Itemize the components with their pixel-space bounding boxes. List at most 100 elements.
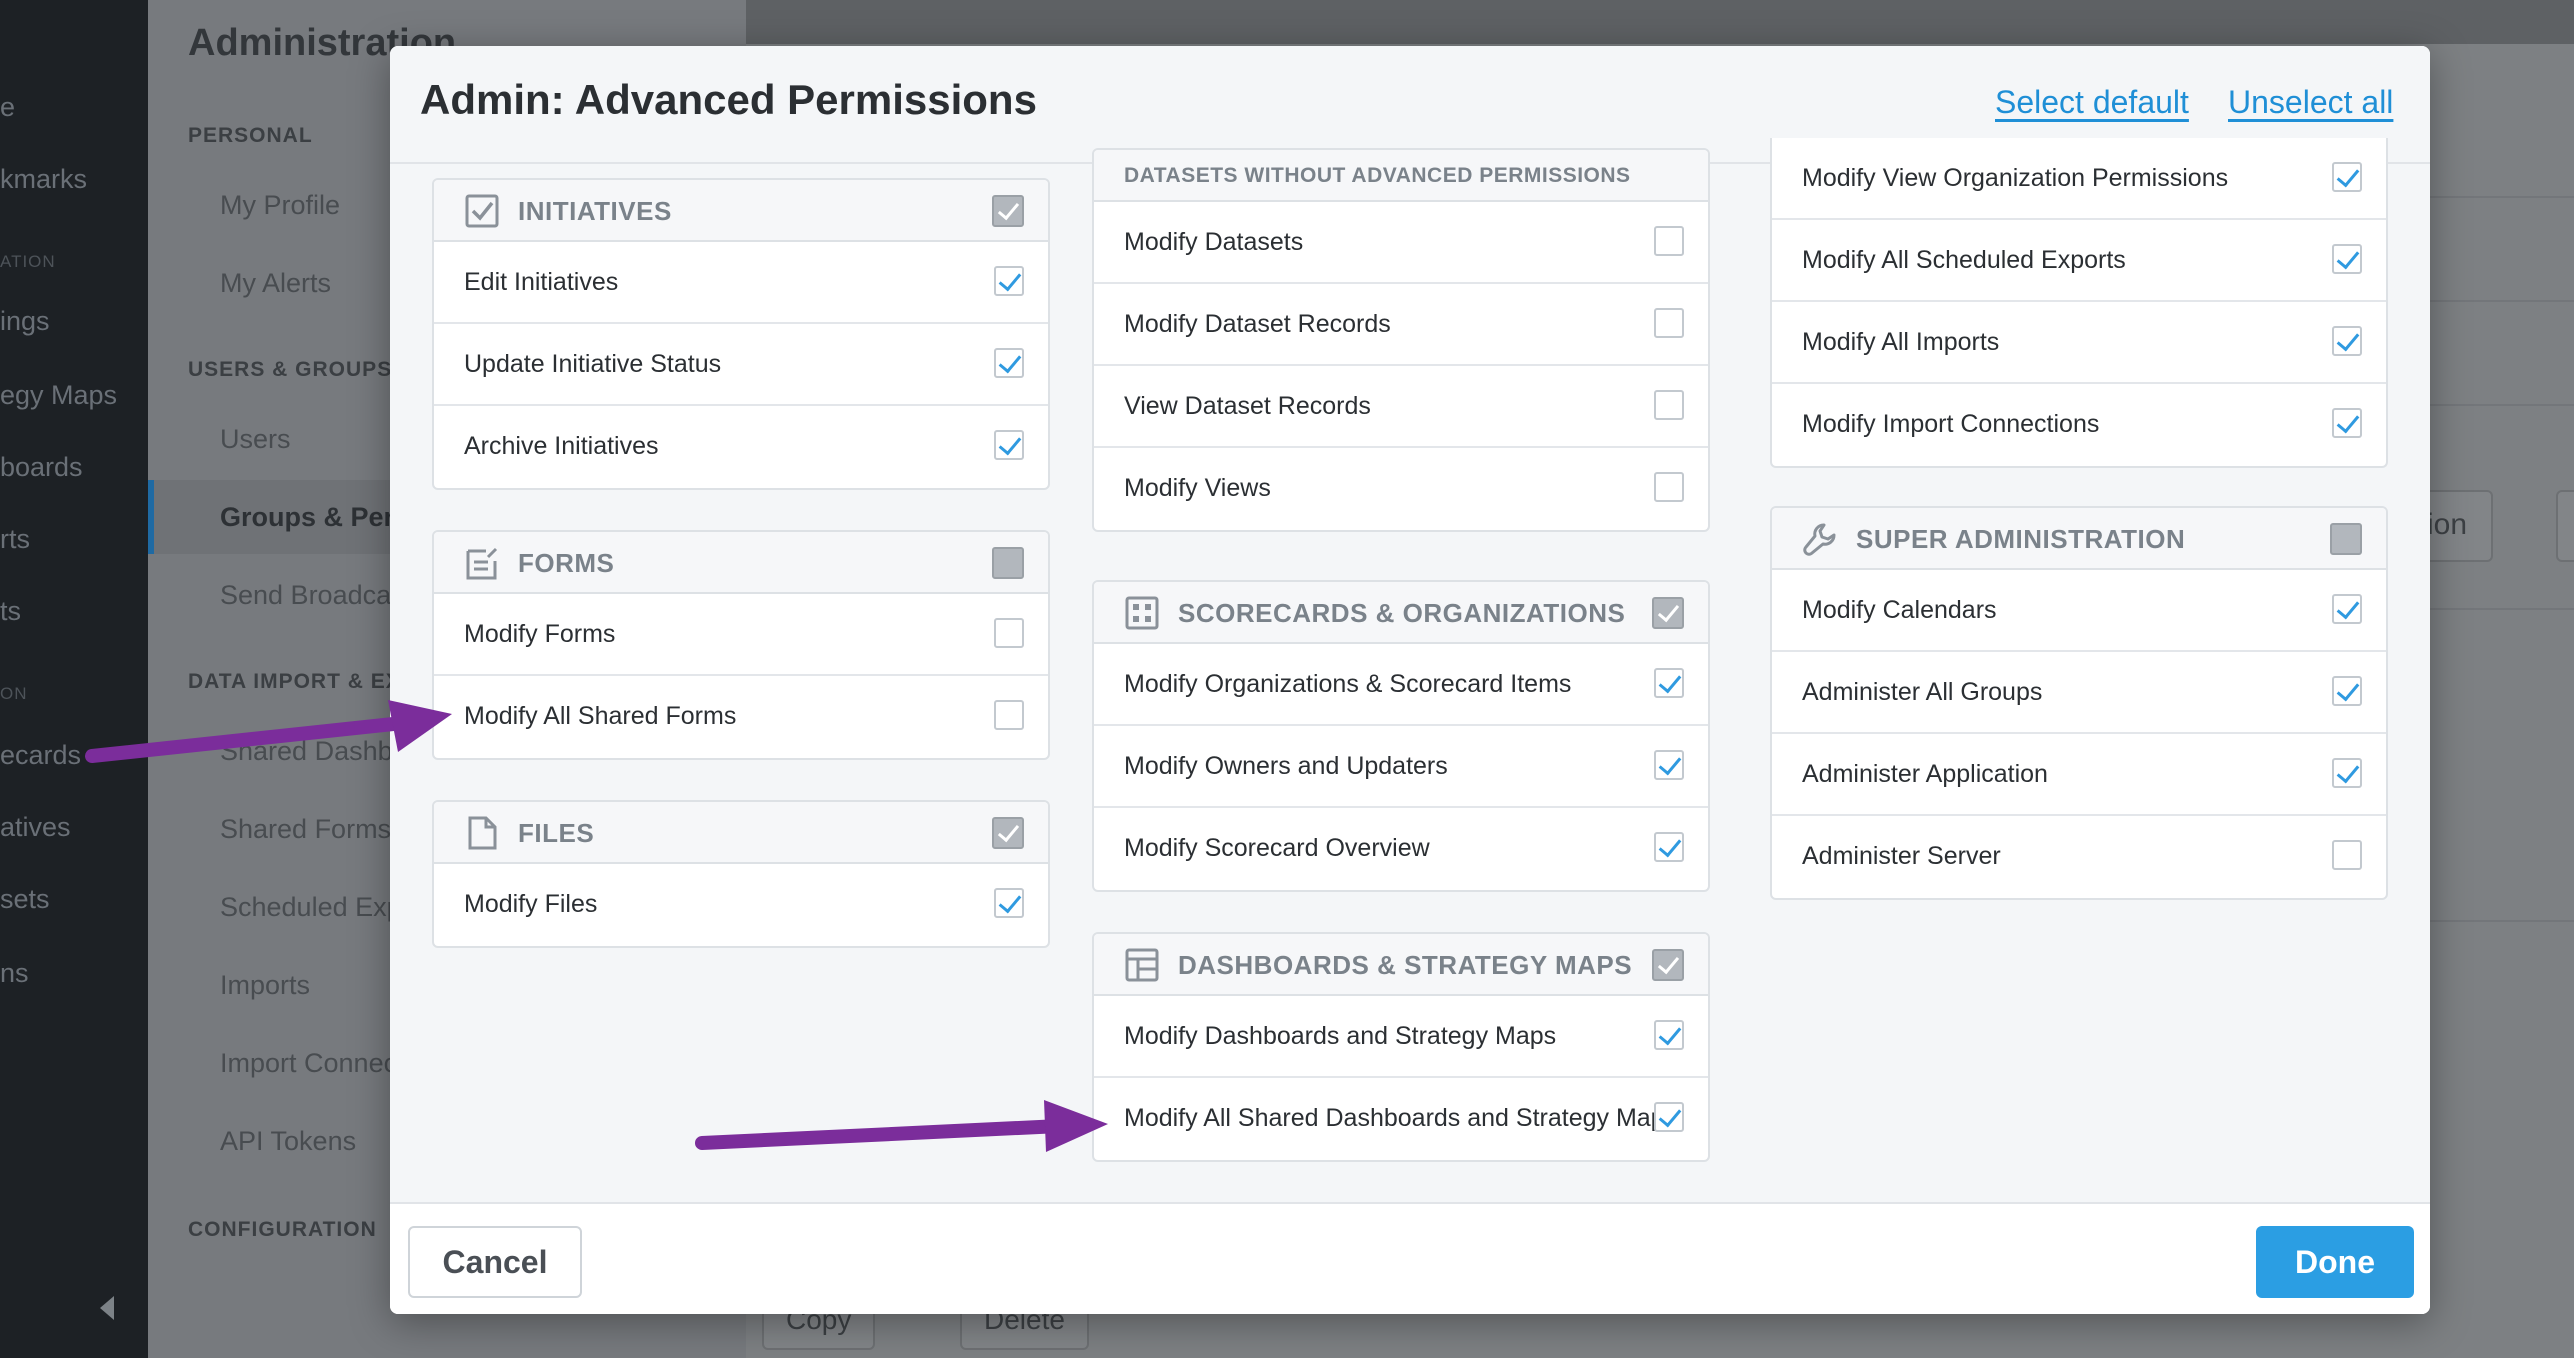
permission-row[interactable]: Modify Views (1094, 448, 1708, 530)
permission-group-data-admin: Modify View Organization Permissions Modi… (1770, 138, 2388, 468)
permission-checkbox[interactable] (1654, 226, 1684, 256)
permission-label: Modify Owners and Updaters (1124, 752, 1448, 780)
permission-checkbox[interactable] (994, 888, 1024, 918)
permission-row[interactable]: Modify Calendars (1772, 570, 2386, 652)
sidebar-link[interactable]: Groups & Perm (220, 502, 418, 533)
sidebar-link[interactable]: My Profile (220, 190, 340, 221)
group-select-all-checkbox[interactable] (992, 817, 1024, 849)
permission-row[interactable]: Modify All Shared Forms (434, 676, 1048, 758)
unselect-all-link[interactable]: Unselect all (2228, 84, 2393, 121)
nav-item[interactable]: kmarks (0, 164, 87, 195)
permission-label: Modify All Scheduled Exports (1802, 246, 2126, 274)
permission-checkbox[interactable] (1654, 308, 1684, 338)
group-select-all-checkbox[interactable] (992, 195, 1024, 227)
permission-group-initiatives: INITIATIVES Edit Initiatives Update Initia… (432, 178, 1050, 490)
permission-row[interactable]: Modify All Scheduled Exports (1772, 220, 2386, 302)
permission-label: Modify View Organization Permissions (1802, 164, 2229, 192)
permission-row[interactable]: Update Initiative Status (434, 324, 1048, 406)
group-select-all-checkbox[interactable] (1652, 949, 1684, 981)
permission-label: Update Initiative Status (464, 350, 722, 378)
nav-item[interactable]: sets (0, 884, 50, 915)
app-nav: e kmarks ATION ings egy Maps boards rts ts ON eca… (0, 0, 148, 1358)
permission-checkbox[interactable] (1654, 832, 1684, 862)
permission-row[interactable]: Modify Datasets (1094, 202, 1708, 284)
permission-checkbox[interactable] (1654, 668, 1684, 698)
permission-row[interactable]: Modify Dashboards and Strategy Maps (1094, 996, 1708, 1078)
permission-checkbox[interactable] (994, 430, 1024, 460)
permission-checkbox[interactable] (1654, 1102, 1684, 1132)
permission-checkbox[interactable] (994, 348, 1024, 378)
nav-item[interactable]: rts (0, 524, 30, 555)
cancel-button[interactable]: Cancel (408, 1226, 582, 1298)
nav-item[interactable]: egy Maps (0, 380, 117, 411)
sidebar-link[interactable]: Shared Dashbo (220, 736, 408, 767)
nav-item[interactable]: e (0, 92, 15, 123)
done-button[interactable]: Done (2256, 1226, 2414, 1298)
permission-row[interactable]: Administer All Groups (1772, 652, 2386, 734)
nav-item[interactable]: ts (0, 596, 21, 627)
permission-checkbox[interactable] (1654, 1020, 1684, 1050)
collapse-nav-icon[interactable] (100, 1296, 114, 1320)
nav-item[interactable]: ings (0, 306, 50, 337)
permission-checkbox[interactable] (2332, 162, 2362, 192)
permission-checkbox[interactable] (1654, 390, 1684, 420)
group-title: FORMS (518, 548, 615, 578)
permission-row[interactable]: Administer Server (1772, 816, 2386, 898)
permission-checkbox[interactable] (2332, 594, 2362, 624)
permission-checkbox[interactable] (2332, 840, 2362, 870)
permission-label: Modify All Shared Dashboards and Strateg… (1124, 1104, 1678, 1132)
permission-row[interactable]: Modify All Imports (1772, 302, 2386, 384)
permission-row[interactable]: Modify Forms (434, 594, 1048, 676)
select-default-link[interactable]: Select default (1995, 84, 2189, 121)
group-header: SUPER ADMINISTRATION (1772, 508, 2386, 570)
sidebar-link[interactable]: Scheduled Exp (220, 892, 402, 923)
permission-row[interactable]: Modify Owners and Updaters (1094, 726, 1708, 808)
sidebar-link[interactable]: My Alerts (220, 268, 331, 299)
group-select-all-checkbox[interactable] (1652, 597, 1684, 629)
permission-row[interactable]: Modify Scorecard Overview (1094, 808, 1708, 890)
sidebar-link[interactable]: Imports (220, 970, 310, 1001)
group-select-all-checkbox[interactable] (2330, 523, 2362, 555)
permission-row[interactable]: Modify View Organization Permissions (1772, 138, 2386, 220)
permission-row[interactable]: Administer Application (1772, 734, 2386, 816)
sidebar-link[interactable]: Shared Forms (220, 814, 391, 845)
nav-item[interactable]: atives (0, 812, 71, 843)
sidebar-link[interactable]: Send Broadcas (220, 580, 405, 611)
sidebar-link[interactable]: Import Connec (220, 1048, 397, 1079)
permission-row[interactable]: Archive Initiatives (434, 406, 1048, 488)
permission-checkbox[interactable] (994, 266, 1024, 296)
sidebar-link[interactable]: Users (220, 424, 291, 455)
permission-checkbox[interactable] (2332, 408, 2362, 438)
permission-row[interactable]: Modify Dataset Records (1094, 284, 1708, 366)
permission-checkbox[interactable] (2332, 676, 2362, 706)
modal-footer: Cancel Done (390, 1202, 2430, 1314)
sidebar-link[interactable]: API Tokens (220, 1126, 356, 1157)
nav-item[interactable]: ns (0, 958, 29, 989)
permission-label: Modify Scorecard Overview (1124, 834, 1430, 862)
group-select-all-checkbox[interactable] (992, 547, 1024, 579)
permission-row[interactable]: Edit Initiatives (434, 242, 1048, 324)
nav-item[interactable]: ecards (0, 740, 81, 771)
permission-checkbox[interactable] (2332, 244, 2362, 274)
nav-item[interactable]: boards (0, 452, 83, 483)
permission-checkbox[interactable] (994, 700, 1024, 730)
background-button[interactable] (2556, 490, 2574, 562)
permission-row[interactable]: Modify Files (434, 864, 1048, 946)
permission-group-super-admin: SUPER ADMINISTRATION Modify Calendars Admi… (1770, 506, 2388, 900)
group-header: FILES (434, 802, 1048, 864)
permission-checkbox[interactable] (1654, 750, 1684, 780)
permission-checkbox[interactable] (2332, 326, 2362, 356)
permission-checkbox[interactable] (994, 618, 1024, 648)
permission-label: Archive Initiatives (464, 432, 659, 460)
permission-label: Modify Calendars (1802, 596, 1997, 624)
permission-label: Administer All Groups (1802, 678, 2043, 706)
permission-checkbox[interactable] (1654, 472, 1684, 502)
sidebar-section-head: PERSONAL (188, 124, 313, 147)
permission-label: Modify All Imports (1802, 328, 2000, 356)
permission-row[interactable]: View Dataset Records (1094, 366, 1708, 448)
permission-row[interactable]: Modify Import Connections (1772, 384, 2386, 466)
group-title: DASHBOARDS & STRATEGY MAPS (1178, 950, 1633, 980)
permission-row[interactable]: Modify Organizations & Scorecard Items (1094, 644, 1708, 726)
permission-row[interactable]: Modify All Shared Dashboards and Strateg… (1094, 1078, 1708, 1160)
permission-checkbox[interactable] (2332, 758, 2362, 788)
